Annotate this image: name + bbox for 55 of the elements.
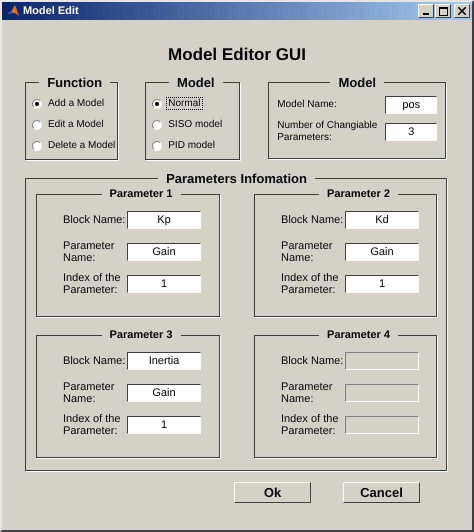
- group-title: Function: [46, 75, 104, 90]
- radio-button[interactable]: [32, 120, 42, 130]
- field-label: Block Name:: [281, 355, 344, 367]
- close-button[interactable]: [454, 4, 470, 18]
- radio-label[interactable]: Normal: [166, 97, 202, 110]
- window-title: Model Edit: [23, 5, 80, 17]
- text-field[interactable]: 1: [127, 275, 201, 293]
- radio-label[interactable]: SISO model: [166, 118, 224, 131]
- text-field[interactable]: Inertia: [127, 352, 201, 370]
- group-title: Parameter 1: [108, 188, 174, 200]
- text-field[interactable]: Gain: [345, 243, 419, 261]
- field-label: Parameter Name:: [281, 381, 334, 405]
- ok-button[interactable]: Ok: [234, 482, 311, 503]
- field-label: Block Name:: [281, 214, 344, 226]
- radio-label[interactable]: Add a Model: [46, 97, 106, 110]
- radio-button[interactable]: [152, 140, 162, 150]
- app-icon: [6, 4, 20, 18]
- cancel-button[interactable]: Cancel: [343, 482, 420, 503]
- field-label: Index of the Parameter:: [63, 413, 122, 437]
- field-label: Number of Changiable Parameters:: [277, 120, 378, 144]
- field-label: Index of the Parameter:: [281, 413, 340, 437]
- close-icon: [458, 7, 466, 15]
- group-title: Parameter 3: [108, 329, 174, 341]
- radio-button[interactable]: [32, 140, 42, 150]
- text-field[interactable]: 3: [385, 123, 438, 141]
- text-field[interactable]: Gain: [127, 384, 201, 402]
- maximize-button[interactable]: [435, 4, 451, 18]
- group-title: Model: [337, 75, 378, 90]
- text-field[interactable]: Gain: [127, 243, 201, 261]
- text-field[interactable]: Kd: [345, 211, 419, 229]
- group-title: Model: [176, 75, 216, 90]
- radio-label[interactable]: PID model: [166, 139, 217, 152]
- text-field[interactable]: 1: [345, 275, 419, 293]
- text-field[interactable]: Kp: [127, 211, 201, 229]
- text-field[interactable]: 1: [127, 416, 201, 434]
- radio-button[interactable]: [32, 98, 42, 108]
- group-title: Parameter 2: [326, 188, 391, 200]
- radio-button[interactable]: [152, 120, 162, 130]
- radio-label[interactable]: Edit a Model: [46, 118, 106, 131]
- field-label: Block Name:: [63, 355, 126, 367]
- field-label: Index of the Parameter:: [281, 272, 340, 296]
- group-title: Parameters Infomation: [165, 171, 308, 186]
- field-label: Parameter Name:: [63, 381, 116, 405]
- field-label: Block Name:: [63, 214, 126, 226]
- radio-button[interactable]: [152, 98, 162, 108]
- minimize-button[interactable]: [418, 4, 434, 18]
- field-label: Index of the Parameter:: [63, 272, 122, 296]
- radio-label[interactable]: Delete a Model: [46, 139, 118, 152]
- group-title: Parameter 4: [326, 329, 391, 341]
- maximize-icon: [438, 6, 448, 16]
- field-label: Model Name:: [277, 99, 338, 111]
- field-label: Parameter Name:: [281, 240, 334, 264]
- field-label: Parameter Name:: [63, 240, 116, 264]
- dialog-heading: Model Editor GUI: [167, 45, 307, 66]
- text-field[interactable]: pos: [385, 96, 438, 114]
